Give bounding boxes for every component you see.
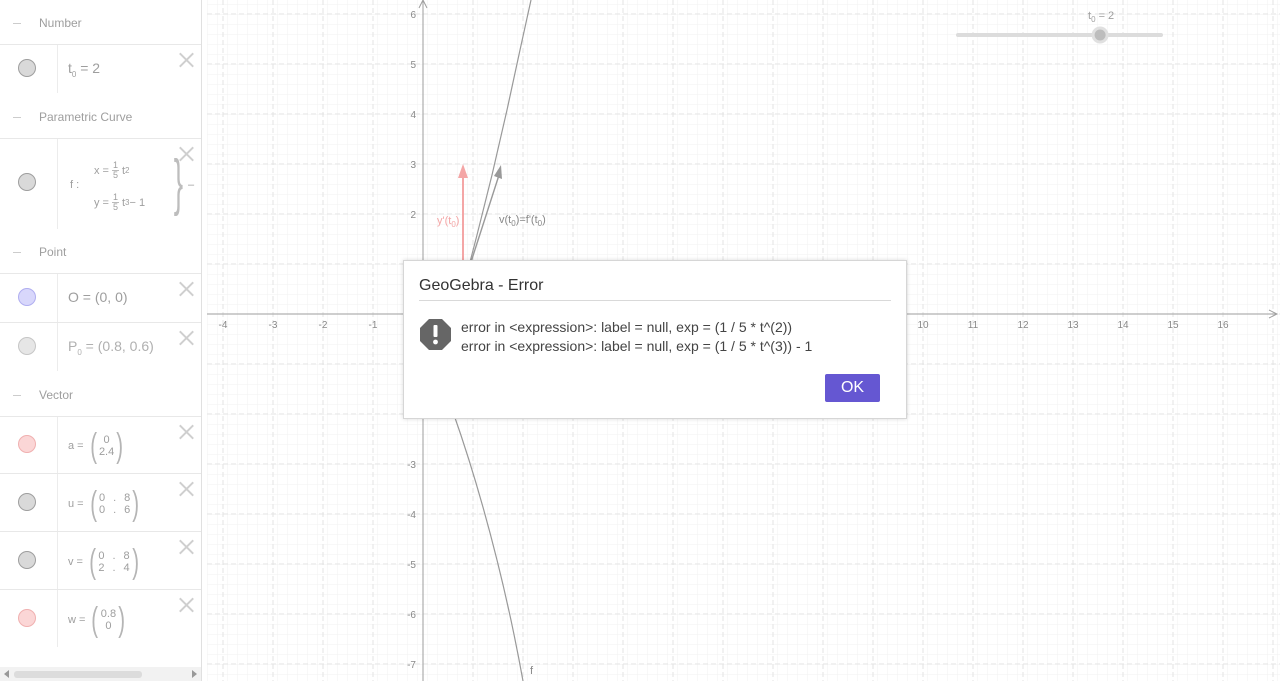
ok-button[interactable]: OK: [825, 374, 880, 402]
visibility-toggle[interactable]: [18, 435, 36, 453]
collapse-icon[interactable]: [13, 394, 21, 396]
algebra-expression[interactable]: u = ( 0.8 0.6 ): [68, 487, 142, 521]
algebra-expression[interactable]: v = ( 0.8 2.4 ): [68, 545, 141, 579]
y-tick-label: -7: [407, 660, 416, 671]
category-label: Parametric Curve: [39, 110, 133, 124]
visibility-toggle[interactable]: [18, 173, 36, 191]
x-tick-label: 10: [917, 320, 929, 331]
x-tick-label: -4: [219, 320, 228, 331]
algebra-view: Number t0 = 2 Parametric Curve f : x = 1…: [0, 0, 202, 681]
delete-icon[interactable]: [178, 538, 195, 555]
category-vector[interactable]: Vector: [0, 375, 201, 415]
y-tick-label: 4: [410, 110, 416, 121]
y-tick-label: -3: [407, 460, 416, 471]
dialog-divider: [419, 300, 891, 301]
algebra-expression[interactable]: a = (0 2.4): [68, 429, 126, 463]
y-tick-label: 6: [410, 10, 416, 21]
delete-icon[interactable]: [178, 145, 195, 162]
category-point[interactable]: Point: [0, 232, 201, 272]
error-line-1: error in <expression>: label = null, exp…: [461, 319, 793, 335]
x-tick-label: 16: [1217, 320, 1229, 331]
delete-icon[interactable]: [178, 329, 195, 346]
category-label: Point: [39, 245, 67, 259]
dialog-title: GeoGebra - Error: [419, 277, 544, 294]
collapse-icon[interactable]: [13, 251, 21, 253]
x-tick-label: -3: [269, 320, 278, 331]
y-tick-label: 2: [410, 210, 416, 221]
label-y-deriv: y'(t0): [437, 215, 459, 229]
algebra-item-a[interactable]: a = (0 2.4): [0, 416, 201, 473]
category-number[interactable]: Number: [0, 3, 201, 43]
curve-name: f :: [70, 179, 80, 191]
delete-icon[interactable]: [178, 423, 195, 440]
slider-knob[interactable]: [1091, 26, 1109, 44]
x-tick-label: 15: [1167, 320, 1179, 331]
algebra-item-f[interactable]: f : x = 15 t2 y = 15 t3 − 1 } –: [0, 138, 201, 229]
visibility-toggle[interactable]: [18, 288, 36, 306]
error-icon: [419, 318, 452, 356]
error-dialog: GeoGebra - Error error in <expression>: …: [403, 260, 907, 419]
collapse-icon[interactable]: [13, 22, 21, 24]
scroll-right-icon[interactable]: [192, 670, 197, 678]
curve-tail: –: [188, 179, 195, 191]
algebra-item-O[interactable]: O = (0, 0): [0, 273, 201, 322]
error-line-2: error in <expression>: label = null, exp…: [461, 338, 813, 354]
algebra-item-t0[interactable]: t0 = 2: [0, 44, 201, 93]
x-tick-label: -1: [369, 320, 378, 331]
delete-icon[interactable]: [178, 596, 195, 613]
slider-label: t0 = 2: [1088, 10, 1115, 25]
visibility-toggle[interactable]: [18, 551, 36, 569]
x-tick-label: 11: [968, 320, 979, 331]
x-tick-label: -2: [319, 320, 328, 331]
category-parametric-curve[interactable]: Parametric Curve: [0, 97, 201, 137]
algebra-item-P0[interactable]: P0 = (0.8, 0.6): [0, 322, 201, 371]
visibility-toggle[interactable]: [18, 337, 36, 355]
horizontal-scrollbar[interactable]: [0, 667, 201, 681]
algebra-expression[interactable]: t0 = 2: [68, 60, 100, 79]
delete-icon[interactable]: [178, 280, 195, 297]
visibility-toggle[interactable]: [18, 493, 36, 511]
algebra-expression[interactable]: w = (0.8 0): [68, 603, 127, 637]
visibility-toggle[interactable]: [18, 59, 36, 77]
x-tick-label: 12: [1017, 320, 1029, 331]
category-label: Vector: [39, 388, 74, 402]
y-tick-label: -5: [407, 560, 416, 571]
dialog-message: error in <expression>: label = null, exp…: [461, 318, 812, 356]
y-tick-label: 5: [410, 60, 416, 71]
collapse-icon[interactable]: [13, 116, 21, 118]
delete-icon[interactable]: [178, 480, 195, 497]
algebra-expression[interactable]: O = (0, 0): [68, 289, 128, 305]
delete-icon[interactable]: [178, 51, 195, 68]
algebra-expression[interactable]: P0 = (0.8, 0.6): [68, 338, 154, 357]
curve-x-row: x = 15 t2: [94, 160, 130, 180]
curve-y-row: y = 15 t3 − 1: [94, 192, 146, 212]
algebra-item-v[interactable]: v = ( 0.8 2.4 ): [0, 531, 201, 589]
y-tick-label: 3: [410, 160, 416, 171]
y-tick-label: -6: [407, 610, 416, 621]
x-tick-label: 14: [1117, 320, 1129, 331]
algebra-item-u[interactable]: u = ( 0.8 0.6 ): [0, 473, 201, 531]
scrollbar-thumb[interactable]: [14, 671, 142, 678]
visibility-toggle[interactable]: [18, 609, 36, 627]
x-tick-label: 13: [1067, 320, 1079, 331]
category-label: Number: [39, 16, 82, 30]
algebra-item-w[interactable]: w = (0.8 0): [0, 589, 201, 647]
y-tick-label: -4: [407, 510, 416, 521]
scroll-left-icon[interactable]: [4, 670, 9, 678]
